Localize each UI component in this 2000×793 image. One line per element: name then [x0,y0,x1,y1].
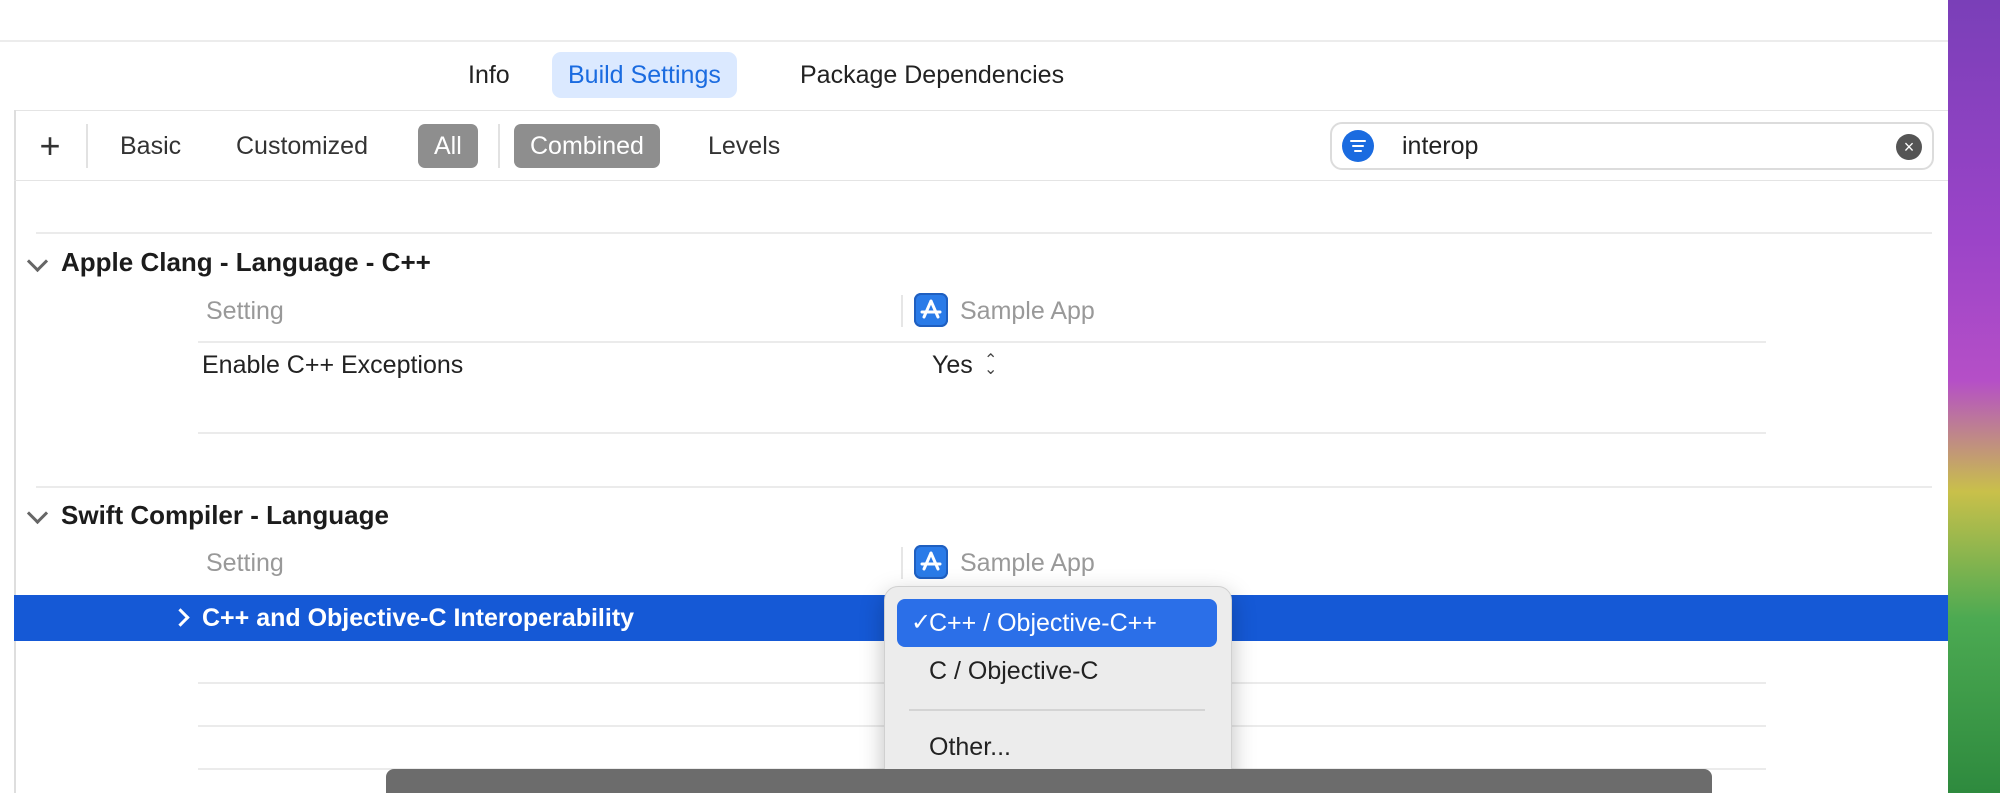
filter-levels[interactable]: Levels [692,124,796,168]
filter-icon[interactable] [1342,130,1374,162]
column-header-target: Sample App [960,297,1095,325]
column-header-setting: Setting [206,549,284,577]
group-title-swift-compiler[interactable]: Swift Compiler - Language [61,495,389,535]
filter-customized[interactable]: Customized [220,124,384,168]
search-input[interactable] [1402,124,1842,168]
menu-item-label: Other... [929,733,1011,761]
filter-bar-top-border [14,110,1948,111]
app-store-icon [914,545,948,579]
clear-search-icon[interactable]: × [1896,134,1922,160]
column-header-setting: Setting [206,297,284,325]
editor-tabs: Info Build Settings Package Dependencies [0,50,1948,100]
search-field[interactable]: × [1330,122,1934,170]
setting-value-yes[interactable]: Yes [932,345,973,385]
tab-package-dependencies[interactable]: Package Dependencies [784,52,1080,98]
video-caption-overlay [386,769,1712,793]
menu-separator [909,709,1205,711]
menu-item-cpp-objcpp[interactable]: ✓ C++ / Objective-C++ [897,599,1217,647]
group-title-apple-clang[interactable]: Apple Clang - Language - C++ [61,242,431,282]
menu-item-label: C++ / Objective-C++ [929,609,1157,637]
editor-left-border [14,110,16,793]
row-divider [198,341,1766,343]
filter-combined[interactable]: Combined [514,124,660,168]
toolbar-divider [0,40,1948,42]
setting-name-enable-cpp-exceptions[interactable]: Enable C++ Exceptions [202,345,463,385]
menu-item-other[interactable]: Other... [897,723,1217,771]
xcode-project-editor: Info Build Settings Package Dependencies… [0,0,1948,793]
tab-build-settings[interactable]: Build Settings [552,52,737,98]
menu-item-label: C / Objective-C [929,657,1099,685]
row-divider [198,432,1766,434]
column-divider [901,547,903,579]
column-divider [901,295,903,327]
filter-separator [498,124,500,168]
setting-name-cpp-objc-interop[interactable]: C++ and Objective-C Interoperability [202,598,634,638]
popup-arrows-icon[interactable]: ⌃ ⌄ [984,353,997,378]
group-divider [36,232,1932,234]
filter-basic[interactable]: Basic [104,124,197,168]
chevron-down-icon[interactable] [26,250,49,273]
interop-mode-popup-menu: ✓ C++ / Objective-C++ C / Objective-C Ot… [884,586,1232,788]
filter-all[interactable]: All [418,124,478,168]
column-header-target: Sample App [960,549,1095,577]
desktop-wallpaper [1948,0,2000,793]
filter-bar-bottom-border [14,180,1948,181]
app-store-icon [914,293,948,327]
menu-item-c-objc[interactable]: C / Objective-C [897,647,1217,695]
tab-info[interactable]: Info [452,52,526,98]
filter-separator [86,124,88,168]
chevron-down-icon[interactable] [26,502,49,525]
checkmark-icon: ✓ [911,609,932,636]
group-divider [36,486,1932,488]
chevron-right-icon[interactable] [171,608,190,627]
add-setting-button[interactable]: + [30,124,70,168]
